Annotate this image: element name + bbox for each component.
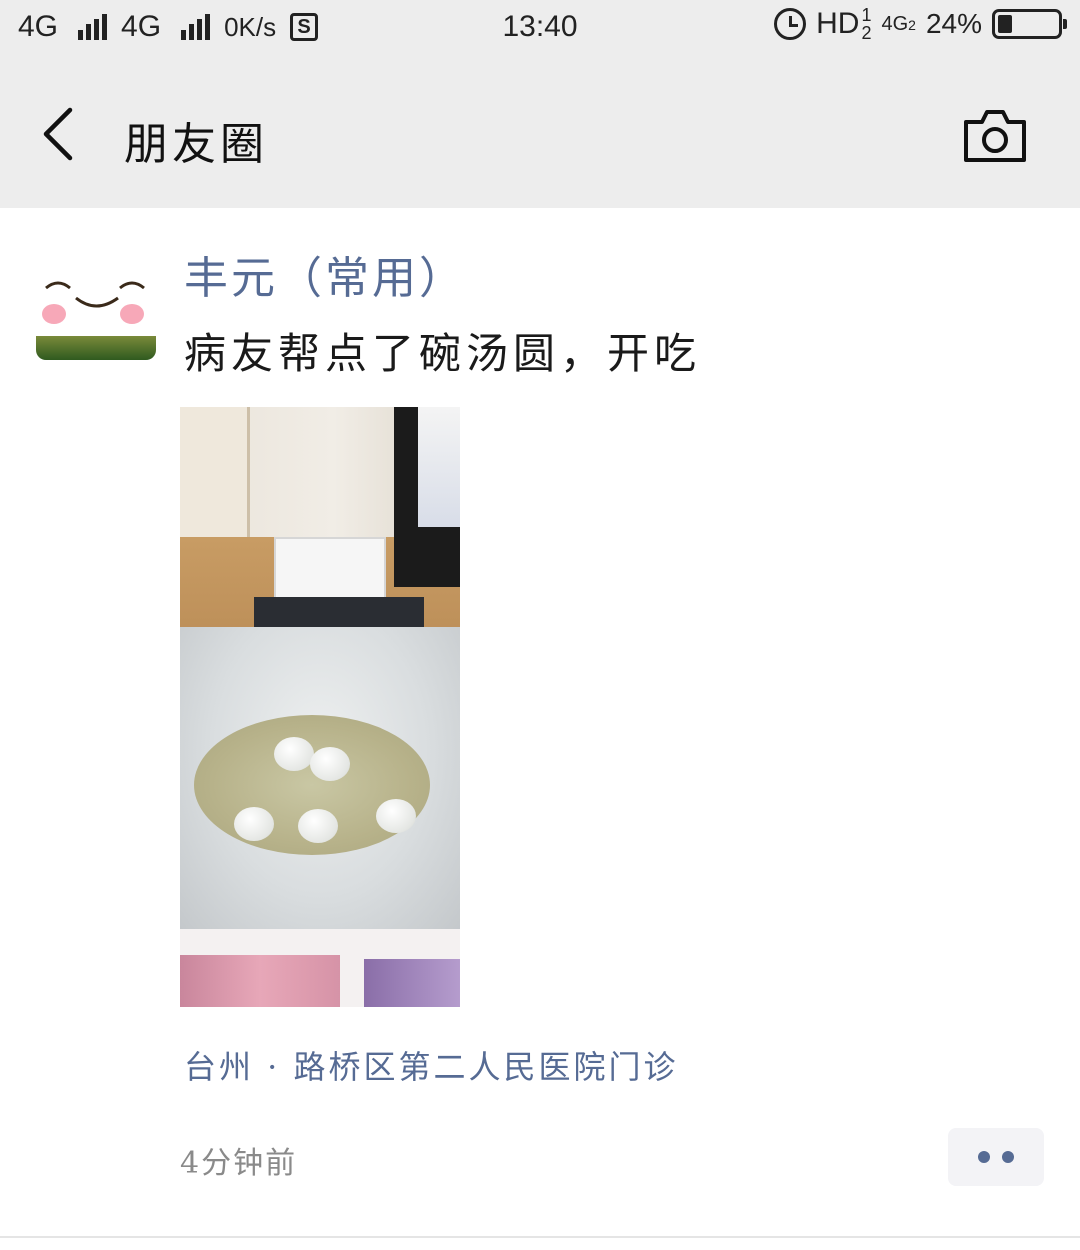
avatar-cheek bbox=[42, 304, 66, 324]
photo-dumpling bbox=[274, 737, 314, 771]
photo-box bbox=[274, 537, 386, 599]
photo-dumpling bbox=[376, 799, 416, 833]
moment-post: 丰元（常用） 病友帮点了碗汤圆，开吃 台州 · 路桥区第二人民医院门诊 4分钟前 bbox=[0, 208, 1080, 1238]
battery-fill bbox=[998, 15, 1012, 33]
battery-percent: 24% bbox=[925, 8, 982, 39]
photo-door bbox=[180, 407, 250, 547]
camera-button[interactable] bbox=[962, 108, 1028, 164]
hd-indicator: HD 1 2 bbox=[816, 6, 871, 42]
photo-screen bbox=[418, 407, 460, 527]
back-button[interactable] bbox=[36, 104, 86, 164]
status-bar: 4G 4G 0K/s S 13:40 HD 1 2 4G2 24% bbox=[0, 0, 1080, 64]
photo-dumpling bbox=[298, 809, 338, 843]
photo-dumpling bbox=[310, 747, 350, 781]
hd-sup: 1 bbox=[861, 5, 872, 25]
post-timestamp: 4分钟前 bbox=[180, 1146, 298, 1181]
battery-icon bbox=[992, 9, 1067, 39]
hd-sub: 2 bbox=[861, 23, 872, 43]
chevron-left-icon bbox=[43, 107, 73, 161]
post-location[interactable]: 台州 · 路桥区第二人民医院门诊 bbox=[184, 1042, 679, 1088]
more-dots-icon bbox=[1002, 1151, 1014, 1163]
post-text: 病友帮点了碗汤圆，开吃 bbox=[184, 329, 702, 378]
photo-dumpling bbox=[234, 807, 274, 841]
author-name[interactable]: 丰元（常用） bbox=[184, 242, 466, 306]
post-photo[interactable] bbox=[180, 407, 460, 1007]
avatar-face-icon bbox=[45, 281, 145, 308]
page-title: 朋友圈 bbox=[124, 119, 268, 170]
more-options-button[interactable] bbox=[948, 1128, 1044, 1186]
nav-bar: 朋友圈 bbox=[0, 64, 1080, 208]
photo-tissue-image bbox=[364, 959, 460, 1007]
network-type-3: 4G2 bbox=[881, 13, 915, 36]
avatar[interactable] bbox=[36, 240, 156, 360]
divider bbox=[0, 1236, 1080, 1238]
camera-icon bbox=[964, 110, 1026, 162]
avatar-cheek bbox=[120, 304, 144, 324]
more-dots-icon bbox=[978, 1151, 990, 1163]
alarm-icon bbox=[774, 8, 807, 40]
network-3-label: 4G bbox=[881, 12, 909, 35]
status-right: HD 1 2 4G2 24% bbox=[774, 6, 1067, 42]
photo-tissue-image bbox=[180, 955, 340, 1007]
network-3-sub: 2 bbox=[908, 16, 916, 33]
hd-label: HD bbox=[816, 7, 860, 40]
